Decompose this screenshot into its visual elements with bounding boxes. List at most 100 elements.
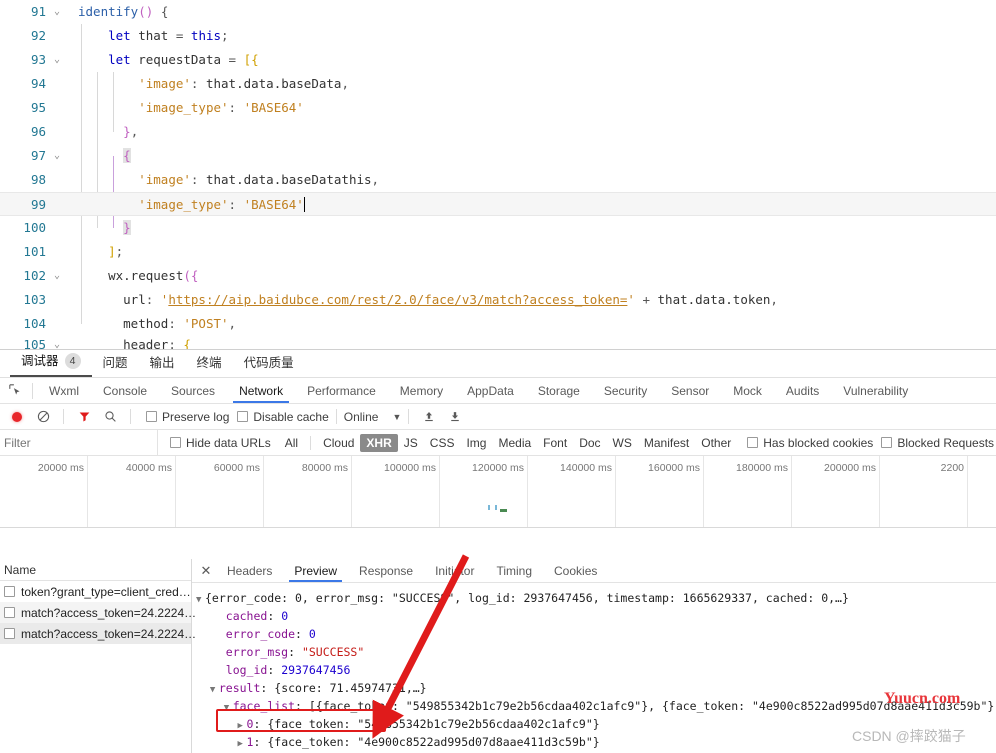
- filter-type-all[interactable]: All: [279, 434, 304, 452]
- code-line[interactable]: 100 }: [0, 216, 996, 240]
- tab-memory[interactable]: Memory: [388, 380, 455, 402]
- tab-audits[interactable]: Audits: [774, 380, 831, 402]
- ide-tab-output[interactable]: 输出: [139, 350, 186, 377]
- table-row[interactable]: match?access_token=24.2224…: [0, 602, 196, 623]
- clear-button[interactable]: [30, 406, 56, 428]
- code-line[interactable]: 98 'image': that.data.baseDatathis,: [0, 168, 996, 192]
- checkbox-box[interactable]: [237, 411, 249, 422]
- checkbox-box[interactable]: [170, 437, 181, 448]
- chevron-down-icon[interactable]: ⌄: [50, 0, 64, 24]
- json-row[interactable]: log_id: 2937647456: [196, 661, 996, 679]
- tab-cookies[interactable]: Cookies: [543, 561, 608, 581]
- filter-type-js[interactable]: JS: [398, 434, 424, 452]
- code-line[interactable]: 97 ⌄ {: [0, 144, 996, 168]
- tab-performance[interactable]: Performance: [295, 380, 388, 402]
- tab-sources[interactable]: Sources: [159, 380, 227, 402]
- code-line-active[interactable]: 99 'image_type': 'BASE64': [0, 192, 996, 216]
- line-number: 104: [23, 316, 46, 331]
- checkbox-box[interactable]: [747, 437, 759, 448]
- export-har-button[interactable]: [442, 406, 468, 428]
- tab-mock[interactable]: Mock: [721, 380, 774, 402]
- code-line[interactable]: 105 ⌄ header: {: [0, 336, 996, 349]
- filter-type-css[interactable]: CSS: [424, 434, 461, 452]
- filter-type-manifest[interactable]: Manifest: [638, 434, 695, 452]
- code-line[interactable]: 95 'image_type': 'BASE64': [0, 96, 996, 120]
- chevron-down-icon[interactable]: ▼: [392, 412, 401, 422]
- search-button[interactable]: [97, 406, 123, 428]
- code-line[interactable]: 102 ⌄ wx.request({: [0, 264, 996, 288]
- request-list-header[interactable]: Name: [0, 559, 191, 581]
- row-checkbox[interactable]: [4, 607, 15, 618]
- devtools-tab-bar: Wxml Console Sources Network Performance…: [0, 378, 996, 404]
- has-blocked-cookies-checkbox[interactable]: Has blocked cookies: [747, 436, 873, 450]
- code-line[interactable]: 93 ⌄ let requestData = [{: [0, 48, 996, 72]
- cursor-select-icon[interactable]: [2, 380, 28, 402]
- hide-data-urls-checkbox[interactable]: Hide data URLs: [170, 436, 271, 450]
- filter-type-cloud[interactable]: Cloud: [317, 434, 360, 452]
- ide-tab-code-quality[interactable]: 代码质量: [233, 350, 305, 377]
- filter-type-img[interactable]: Img: [460, 434, 492, 452]
- filter-input[interactable]: [0, 430, 158, 455]
- blocked-requests-checkbox[interactable]: Blocked Requests: [881, 436, 994, 450]
- chevron-down-icon[interactable]: ⌄: [50, 144, 64, 168]
- filter-type-media[interactable]: Media: [492, 434, 537, 452]
- filter-type-other[interactable]: Other: [695, 434, 737, 452]
- text-caret: [303, 197, 305, 212]
- filter-type-doc[interactable]: Doc: [573, 434, 606, 452]
- api-url[interactable]: https://aip.baidubce.com/rest/2.0/face/v…: [168, 292, 627, 307]
- row-checkbox[interactable]: [4, 586, 15, 597]
- tab-network[interactable]: Network: [227, 380, 295, 403]
- row-checkbox[interactable]: [4, 628, 15, 639]
- chevron-down-icon[interactable]: ⌄: [50, 48, 64, 72]
- tab-security[interactable]: Security: [592, 380, 659, 402]
- record-button[interactable]: [4, 406, 30, 428]
- ide-tab-badge: 4: [64, 353, 81, 369]
- checkbox-box[interactable]: [146, 411, 157, 422]
- table-row-selected[interactable]: match?access_token=24.2224…: [0, 623, 196, 644]
- json-row[interactable]: error_code: 0: [196, 625, 996, 643]
- filter-type-ws[interactable]: WS: [607, 434, 638, 452]
- tab-timing[interactable]: Timing: [485, 561, 543, 581]
- tab-appdata[interactable]: AppData: [455, 380, 526, 402]
- tab-headers[interactable]: Headers: [216, 561, 283, 581]
- code-line[interactable]: 104 method: 'POST',: [0, 312, 996, 336]
- tab-response[interactable]: Response: [348, 561, 424, 581]
- code-line[interactable]: 101 ];: [0, 240, 996, 264]
- tab-vulnerability[interactable]: Vulnerability: [831, 380, 920, 402]
- tab-wxml[interactable]: Wxml: [37, 380, 91, 402]
- ide-tab-debugger[interactable]: 调试器 4: [10, 348, 92, 377]
- tab-sensor[interactable]: Sensor: [659, 380, 721, 402]
- disable-cache-checkbox[interactable]: Disable cache: [237, 410, 329, 424]
- json-row[interactable]: cached: 0: [196, 607, 996, 625]
- network-timeline[interactable]: 20000 ms 40000 ms 60000 ms 80000 ms 1000…: [0, 456, 996, 528]
- code-line[interactable]: 92 let that = this;: [0, 24, 996, 48]
- chevron-down-icon[interactable]: ⌄: [50, 264, 64, 288]
- waterfall-mark: [495, 505, 497, 510]
- checkbox-box[interactable]: [881, 437, 893, 448]
- tab-console[interactable]: Console: [91, 380, 159, 402]
- json-row[interactable]: ▼ result: {score: 71.45974731,…}: [196, 679, 996, 697]
- filter-type-font[interactable]: Font: [537, 434, 573, 452]
- timeline-tick-label: 100000 ms: [384, 462, 436, 474]
- filter-button[interactable]: [71, 406, 97, 428]
- preserve-log-checkbox[interactable]: Preserve log: [146, 410, 229, 424]
- divider: [310, 435, 312, 450]
- tab-initiator[interactable]: Initiator: [424, 561, 485, 581]
- json-key: result: [218, 681, 261, 695]
- ide-tab-terminal[interactable]: 终端: [186, 350, 233, 377]
- ide-tab-problems[interactable]: 问题: [92, 350, 139, 377]
- tab-preview[interactable]: Preview: [283, 561, 348, 582]
- code-line[interactable]: 91 ⌄ identify() {: [0, 0, 996, 24]
- import-har-button[interactable]: [416, 406, 442, 428]
- code-line[interactable]: 96 },: [0, 120, 996, 144]
- close-icon[interactable]: ✕: [196, 561, 216, 581]
- json-row[interactable]: ▼ {error_code: 0, error_msg: "SUCCESS", l…: [196, 589, 996, 607]
- filter-type-xhr[interactable]: XHR: [360, 433, 398, 452]
- code-line[interactable]: 103 url: 'https://aip.baidubce.com/rest/…: [0, 288, 996, 312]
- tab-storage[interactable]: Storage: [526, 380, 592, 402]
- code-editor[interactable]: 91 ⌄ identify() { 92 let that = this; 93…: [0, 0, 996, 349]
- json-row[interactable]: error_msg: "SUCCESS": [196, 643, 996, 661]
- code-line[interactable]: 94 'image': that.data.baseData,: [0, 72, 996, 96]
- table-row[interactable]: token?grant_type=client_cred…: [0, 581, 191, 602]
- throttling-value[interactable]: Online: [344, 410, 379, 424]
